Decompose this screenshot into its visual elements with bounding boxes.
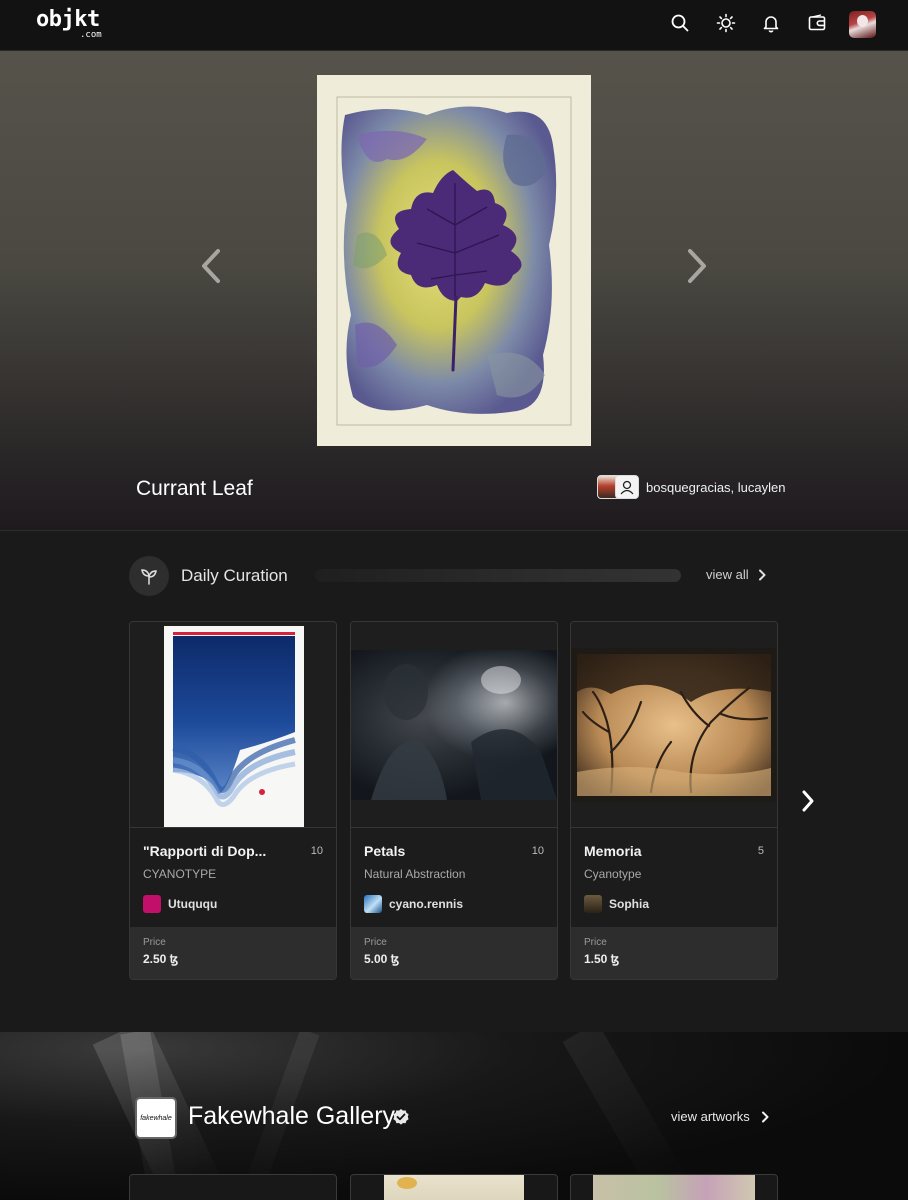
price-label: Price xyxy=(143,937,166,948)
featured-gallery-section: fakewhale Fakewhale Gallery view artwork… xyxy=(0,1032,908,1200)
artist-avatar xyxy=(364,895,382,913)
price-box: Price 5.00 ꜩ xyxy=(351,927,557,979)
gallery-logo[interactable]: fakewhale xyxy=(135,1097,177,1139)
sprout-icon xyxy=(129,556,169,596)
artwork-card[interactable]: "Rapporti di Dop... 10 CYANOTYPE Utuququ… xyxy=(129,621,337,980)
wallet-icon[interactable] xyxy=(806,12,828,34)
featured-artwork-image[interactable] xyxy=(317,75,591,446)
artist-avatar xyxy=(584,895,602,913)
section-title: Daily Curation xyxy=(181,566,288,585)
view-all-label: view all xyxy=(706,567,749,582)
artwork-title: Memoria xyxy=(584,843,642,859)
top-navigation-bar: objkt .com xyxy=(0,0,908,51)
gallery-logo-text: fakewhale xyxy=(140,1114,172,1122)
price-value: 1.50 ꜩ xyxy=(584,952,620,966)
artwork-card[interactable]: Petals 10 Natural Abstraction cyano.renn… xyxy=(350,621,558,980)
search-icon[interactable] xyxy=(669,12,691,34)
artwork-title: Petals xyxy=(364,843,406,859)
chevron-right-icon xyxy=(758,569,766,580)
carousel-next-chevron-icon[interactable] xyxy=(795,786,821,816)
artwork-subtitle: Cyanotype xyxy=(584,867,642,881)
objkt-logo-domain: .com xyxy=(80,30,102,40)
price-box: Price 1.50 ꜩ xyxy=(571,927,777,979)
view-artworks-label: view artworks xyxy=(671,1109,750,1124)
artist-link[interactable]: Sophia xyxy=(584,895,649,913)
notifications-bell-icon[interactable] xyxy=(760,12,782,34)
gallery-artwork-card[interactable] xyxy=(350,1174,558,1200)
hero-next-chevron-icon[interactable] xyxy=(682,244,712,288)
artwork-thumbnail[interactable] xyxy=(130,622,336,828)
price-box: Price 2.50 ꜩ xyxy=(130,927,336,979)
gallery-artwork-thumbnail xyxy=(593,1175,755,1200)
theme-toggle-sun-icon[interactable] xyxy=(715,12,737,34)
hero-prev-chevron-icon[interactable] xyxy=(196,244,226,288)
artist-avatar-lucaylen xyxy=(615,475,639,499)
curation-timer-bar xyxy=(315,569,681,582)
edition-count: 10 xyxy=(531,845,544,857)
view-all-link[interactable]: view all xyxy=(706,567,767,582)
gallery-name[interactable]: Fakewhale Gallery xyxy=(188,1102,395,1131)
artwork-card[interactable]: Memoria 5 Cyanotype Sophia Price 1.50 ꜩ xyxy=(570,621,778,980)
artist-name: cyano.rennis xyxy=(389,897,464,911)
artwork-subtitle: Natural Abstraction xyxy=(364,867,466,881)
artwork-title: "Rapporti di Dop... xyxy=(143,843,267,859)
artist-link[interactable]: cyano.rennis xyxy=(364,895,463,913)
price-value: 2.50 ꜩ xyxy=(143,952,179,966)
artist-link[interactable]: Utuququ xyxy=(143,895,217,913)
user-avatar[interactable] xyxy=(849,11,876,38)
verified-badge-icon xyxy=(392,1108,410,1126)
gallery-artwork-paint-mark xyxy=(397,1177,417,1189)
gallery-artwork-card[interactable] xyxy=(129,1174,337,1200)
artwork-thumbnail[interactable] xyxy=(571,622,777,828)
edition-count: 5 xyxy=(757,845,764,857)
edition-count: 10 xyxy=(310,845,323,857)
price-value: 5.00 ꜩ xyxy=(364,952,400,966)
decorative-light-ray xyxy=(562,1032,688,1198)
daily-curation-header: Daily Curation view all xyxy=(129,556,779,596)
artwork-subtitle: CYANOTYPE xyxy=(143,867,217,881)
artist-name: Sophia xyxy=(609,897,650,911)
featured-hero: Currant Leaf bosquegracias, lucaylen xyxy=(0,51,908,531)
artwork-thumbnail[interactable] xyxy=(351,622,557,828)
price-label: Price xyxy=(364,937,387,948)
featured-artist-names: bosquegracias, lucaylen xyxy=(646,479,786,495)
gallery-artwork-card[interactable] xyxy=(570,1174,778,1200)
artist-avatar xyxy=(143,895,161,913)
price-label: Price xyxy=(584,937,607,948)
featured-artwork-title[interactable]: Currant Leaf xyxy=(136,477,253,501)
artist-name: Utuququ xyxy=(168,897,218,911)
view-artworks-link[interactable]: view artworks xyxy=(671,1109,770,1124)
objkt-logo[interactable]: objkt xyxy=(36,9,100,31)
chevron-right-icon xyxy=(761,1111,769,1122)
featured-artists[interactable]: bosquegracias, lucaylen xyxy=(597,475,785,499)
